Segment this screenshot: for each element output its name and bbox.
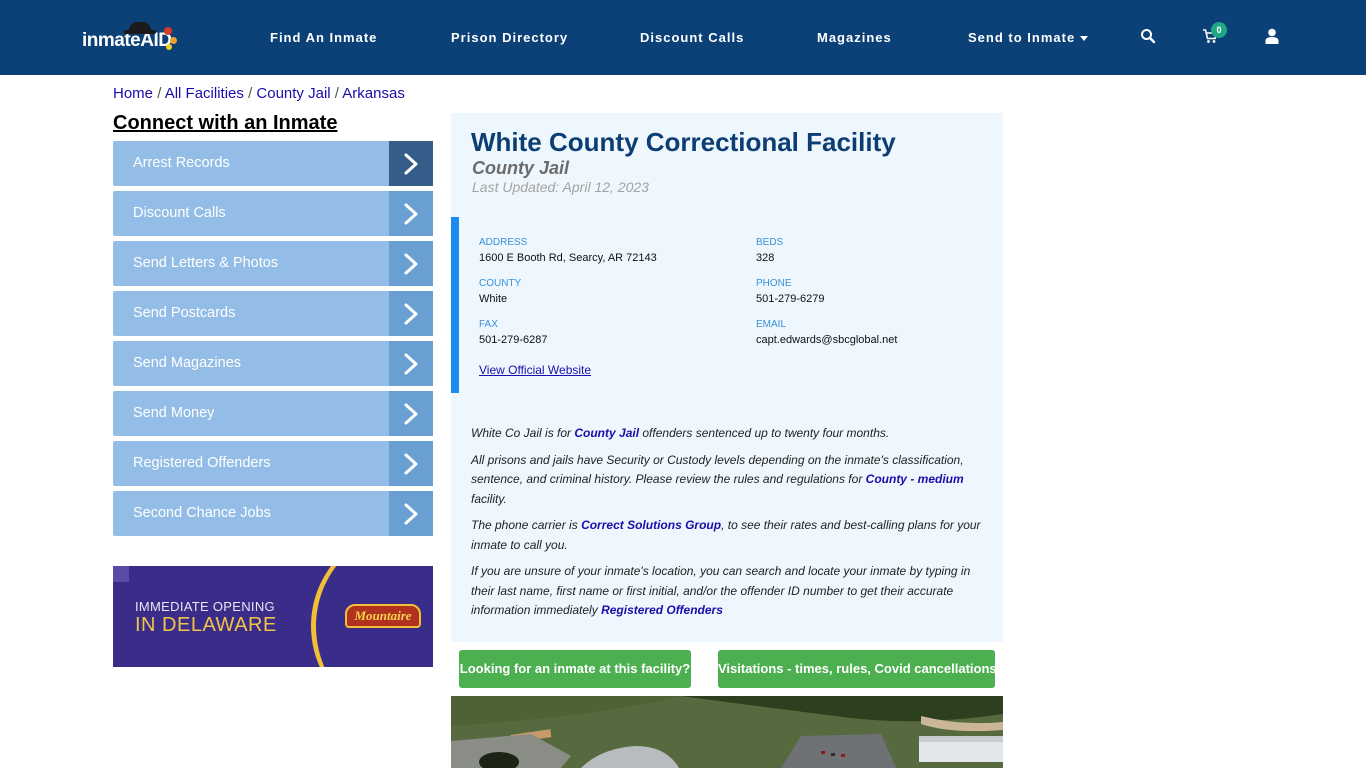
nav-prison-directory[interactable]: Prison Directory — [451, 30, 568, 45]
sidebar-item-label: Send Letters & Photos — [133, 255, 279, 271]
county-value: White — [479, 293, 508, 305]
chevron-right-icon — [389, 441, 433, 486]
desc-text: offenders sentenced up to twenty four mo… — [639, 426, 890, 440]
breadcrumb-home[interactable]: Home — [113, 85, 153, 102]
beds-label: BEDS — [756, 237, 784, 248]
chevron-right-icon — [389, 491, 433, 536]
sidebar-item-label: Second Chance Jobs — [133, 505, 271, 521]
top-navbar: inmateAID Find An Inmate Prison Director… — [0, 0, 1366, 75]
sidebar-item-label: Registered Offenders — [133, 455, 271, 471]
breadcrumb-arkansas[interactable]: Arkansas — [342, 85, 405, 102]
sidebar-item-label: Send Postcards — [133, 305, 236, 321]
email-field: EMAIL capt.edwards@sbcglobal.net — [756, 319, 897, 346]
chevron-right-icon — [389, 141, 433, 186]
facility-aerial-photo — [451, 696, 1003, 768]
county-medium-link[interactable]: County - medium — [866, 472, 964, 486]
sidebar-item-send-money[interactable]: Send Money — [113, 391, 433, 436]
email-label: EMAIL — [756, 319, 787, 330]
email-value: capt.edwards@sbcglobal.net — [756, 334, 898, 346]
nav-discount-calls[interactable]: Discount Calls — [640, 30, 744, 45]
chevron-right-icon — [389, 291, 433, 336]
sidebar-item-label: Send Magazines — [133, 355, 242, 371]
autumn-leaf-icon — [170, 37, 177, 44]
beds-field: BEDS 328 — [756, 237, 783, 264]
sidebar-item-label: Discount Calls — [133, 205, 226, 221]
aerial-photo-illustration — [451, 696, 1003, 768]
chevron-right-icon — [389, 341, 433, 386]
autumn-leaf-icon — [164, 27, 172, 35]
sidebar-item-send-magazines[interactable]: Send Magazines — [113, 341, 433, 386]
nav-send-to-inmate[interactable]: Send to Inmate — [968, 30, 1089, 45]
sidebar-title: Connect with an Inmate — [113, 112, 338, 134]
description-paragraph: If you are unsure of your inmate's locat… — [471, 562, 989, 621]
chevron-right-icon — [389, 391, 433, 436]
ad-corner-decoration — [113, 566, 129, 582]
sidebar-item-second-chance-jobs[interactable]: Second Chance Jobs — [113, 491, 433, 536]
desc-text: facility. — [471, 491, 507, 506]
desc-text: The phone carrier is — [471, 518, 582, 532]
sidebar-item-discount-calls[interactable]: Discount Calls — [113, 191, 433, 236]
county-jail-link[interactable]: County Jail — [574, 426, 639, 440]
description-paragraph: The phone carrier is Correct Solutions G… — [471, 516, 989, 555]
last-updated: Last Updated: April 12, 2023 — [472, 179, 649, 195]
registered-offenders-link[interactable]: Registered Offenders — [601, 603, 723, 617]
breadcrumb-separator: / — [157, 85, 165, 102]
visitations-button[interactable]: Visitations - times, rules, Covid cancel… — [718, 650, 997, 688]
sidebar-item-label: Send Money — [133, 405, 215, 421]
address-field: ADDRESS 1600 E Booth Rd, Searcy, AR 7214… — [479, 237, 657, 264]
address-value: 1600 E Booth Rd, Searcy, AR 72143 — [479, 252, 657, 264]
view-official-website-link[interactable]: View Official Website — [479, 363, 591, 377]
facility-type: County Jail — [472, 158, 570, 178]
chevron-right-icon — [389, 241, 433, 286]
nav-send-to-inmate-label: Send to Inmate — [968, 30, 1076, 45]
fax-label: FAX — [479, 319, 498, 330]
address-label: ADDRESS — [479, 237, 528, 248]
inmateaid-logo[interactable]: inmateAID — [82, 22, 182, 54]
description-paragraph: White Co Jail is for County Jail offende… — [471, 424, 989, 444]
correct-solutions-group-link[interactable]: Correct Solutions Group — [581, 518, 721, 532]
pilgrim-hat-brim — [124, 30, 156, 34]
desc-text: White Co Jail is for — [471, 426, 575, 440]
phone-value: 501-279-6279 — [756, 293, 825, 305]
ad-banner[interactable]: IMMEDIATE OPENING IN DELAWARE Mountaire — [113, 566, 433, 667]
facility-card: White County Correctional Facility Count… — [451, 113, 1003, 642]
beds-value: 328 — [756, 252, 775, 264]
county-label: COUNTY — [479, 278, 522, 289]
facility-description: White Co Jail is for County Jail offende… — [471, 424, 989, 628]
phone-field: PHONE 501-279-6279 — [756, 278, 825, 305]
user-icon[interactable] — [1265, 28, 1283, 46]
county-field: COUNTY White — [479, 278, 521, 305]
find-inmate-at-facility-button[interactable]: Looking for an inmate at this facility? — [459, 650, 691, 688]
sidebar-item-registered-offenders[interactable]: Registered Offenders — [113, 441, 433, 486]
ad-brand-logo: Mountaire — [345, 604, 421, 628]
cart-count-badge: 0 — [1211, 22, 1227, 38]
sidebar-item-label: Arrest Records — [133, 155, 230, 171]
sidebar-item-send-letters-photos[interactable]: Send Letters & Photos — [113, 241, 433, 286]
sidebar-item-arrest-records[interactable]: Arrest Records — [113, 141, 433, 186]
chevron-right-icon — [389, 191, 433, 236]
breadcrumb-all-facilities[interactable]: All Facilities — [165, 85, 244, 102]
search-icon[interactable] — [1140, 28, 1158, 46]
nav-magazines[interactable]: Magazines — [817, 30, 892, 45]
sidebar-item-send-postcards[interactable]: Send Postcards — [113, 291, 433, 336]
breadcrumb: Home / All Facilities / County Jail / Ar… — [113, 85, 405, 102]
ad-headline: IMMEDIATE OPENING — [135, 599, 275, 614]
fax-value: 501-279-6287 — [479, 334, 548, 346]
autumn-leaf-icon — [166, 44, 172, 50]
facility-title: White County Correctional Facility — [471, 127, 896, 157]
fax-field: FAX 501-279-6287 — [479, 319, 548, 346]
ad-subheadline: IN DELAWARE — [135, 614, 277, 636]
sidebar-menu: Arrest Records Discount Calls Send Lette… — [113, 141, 433, 541]
phone-label: PHONE — [756, 278, 792, 289]
facility-info-box: ADDRESS 1600 E Booth Rd, Searcy, AR 7214… — [451, 217, 1003, 393]
breadcrumb-county-jail[interactable]: County Jail — [256, 85, 330, 102]
nav-find-an-inmate[interactable]: Find An Inmate — [270, 30, 377, 45]
info-accent-stripe — [451, 217, 459, 393]
description-paragraph: All prisons and jails have Security or C… — [471, 451, 989, 510]
caret-down-icon — [1080, 36, 1089, 42]
